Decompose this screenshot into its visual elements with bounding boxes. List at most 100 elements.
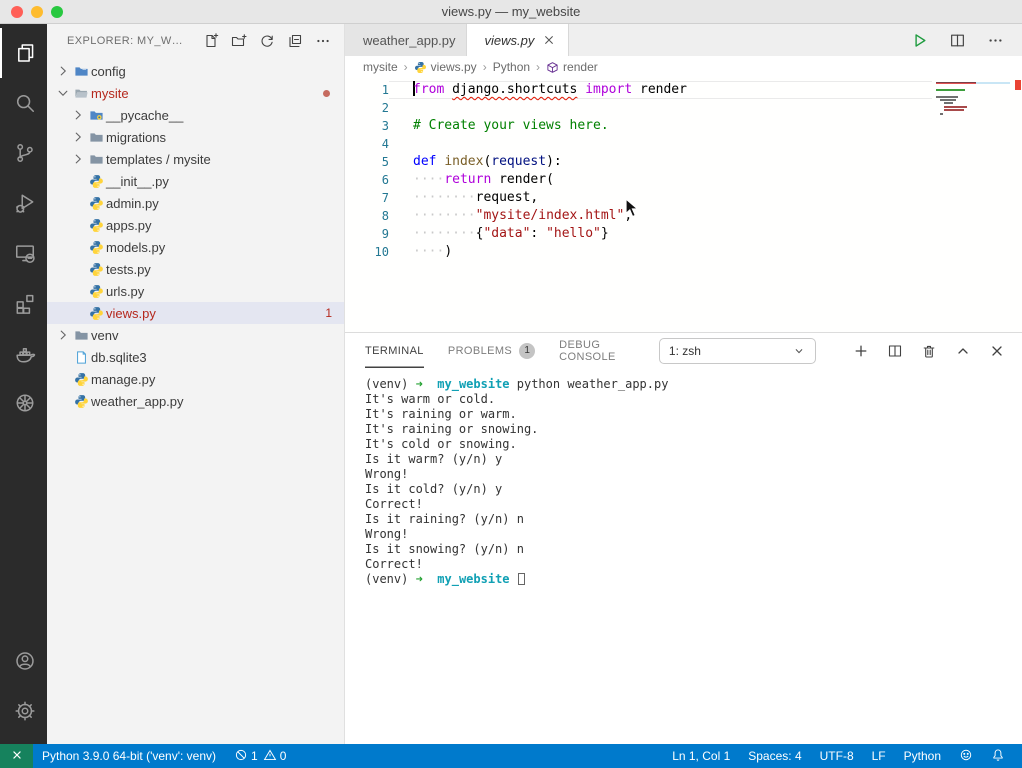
tree-item-tests-py[interactable]: tests.py [47,258,344,280]
code-line-6[interactable]: 6 ····return render( [345,171,1022,189]
tree-item-models-py[interactable]: models.py [47,236,344,258]
breadcrumb-views-py[interactable]: views.py [414,60,477,74]
docker-icon [14,342,36,364]
split-terminal-button[interactable] [884,340,906,362]
extensions-icon [14,292,36,314]
tree-item-admin-py[interactable]: admin.py [47,192,344,214]
end-of-line-status[interactable]: LF [863,744,895,768]
run-button[interactable] [908,29,930,51]
python-icon [74,394,89,409]
encoding-status[interactable]: UTF-8 [811,744,863,768]
line-number: 8 [381,209,389,223]
breadcrumb-python[interactable]: Python [493,60,530,74]
refresh-explorer-icon [259,33,275,49]
chevron-right-icon [56,64,70,78]
split-editor-button[interactable] [946,29,968,51]
python-interpreter-status[interactable]: Python 3.9.0 64-bit ('venv': venv) [33,744,225,768]
close-panel-button[interactable] [986,340,1008,362]
terminal-line: Correct! [365,497,423,511]
tree-item-venv[interactable]: venv [47,324,344,346]
close-window-button[interactable] [11,6,23,18]
tab-views-py[interactable]: views.py [466,24,570,56]
maximize-panel-button[interactable] [952,340,974,362]
new-terminal-button[interactable] [850,340,872,362]
cursor-position-status[interactable]: Ln 1, Col 1 [663,744,739,768]
tree-item-config[interactable]: config [47,60,344,82]
tree-item-weather-app-py[interactable]: weather_app.py [47,390,344,412]
problems-status[interactable]: 1 0 [225,744,295,768]
problems-count-badge: 1 [519,342,536,359]
code-line-2[interactable]: 2 [345,99,1022,117]
activity-remote-explorer[interactable] [0,228,47,278]
code-line-8[interactable]: 8 ········"mysite/index.html", [345,207,1022,225]
kill-terminal-button[interactable] [918,340,940,362]
terminal-output[interactable]: (venv) ➜ my_website python weather_app.p… [345,368,1022,744]
python-icon [89,284,104,299]
code-line-1[interactable]: 1 from django.shortcuts import render [345,81,1022,99]
tree-item-apps-py[interactable]: apps.py [47,214,344,236]
tab-weather-app-py[interactable]: weather_app.py [345,24,467,56]
minimap[interactable] [936,82,1010,116]
activity-run-and-debug[interactable] [0,178,47,228]
code-line-7[interactable]: 7 ········request, [345,189,1022,207]
new-folder-icon [231,33,247,49]
tree-item-templates-mysite[interactable]: templates / mysite [47,148,344,170]
code-line-4[interactable]: 4 [345,135,1022,153]
new-folder-button[interactable] [228,30,250,52]
vscode-window: views.py — my_website EXPLORER: MY_W… co… [0,0,1022,768]
tree-item-mysite[interactable]: mysite [47,82,344,104]
activity-explorer[interactable] [0,28,47,78]
panel-tab-terminal[interactable]: TERMINAL [365,333,424,368]
breadcrumb-mysite[interactable]: mysite [363,60,398,74]
close-icon[interactable] [540,31,558,49]
code-line-10[interactable]: 10 ····) [345,243,1022,261]
tree-item-manage-py[interactable]: manage.py [47,368,344,390]
split-terminal-icon [887,343,903,359]
terminal-line: It's warm or cold. [365,392,496,406]
terminal-shell-select[interactable]: 1: zsh [658,337,816,364]
tree-item-migrations[interactable]: migrations [47,126,344,148]
code-line-9[interactable]: 9 ········{"data": "hello"} [345,225,1022,243]
feedback-button[interactable] [950,744,982,768]
maximize-panel-icon [955,343,971,359]
more-actions-button[interactable] [312,30,334,52]
panel-tab-debug-console[interactable]: DEBUG CONSOLE [559,333,635,368]
folder-blue-icon [74,64,89,79]
activity-kubernetes[interactable] [0,378,47,428]
refresh-explorer-button[interactable] [256,30,278,52]
terminal-line: Is it snowing? (y/n) n [365,542,524,556]
chevron-down-icon [792,344,806,358]
zoom-window-button[interactable] [51,6,63,18]
tree-item-urls-py[interactable]: urls.py [47,280,344,302]
bell-icon [991,748,1005,765]
activity-accounts[interactable] [0,636,47,686]
new-file-button[interactable] [200,30,222,52]
minimize-window-button[interactable] [31,6,43,18]
folder-gray-icon [89,130,104,145]
collapse-folders-button[interactable] [284,30,306,52]
remote-icon [10,748,24,765]
tree-item-pycache[interactable]: __pycache__ [47,104,344,126]
code-line-5[interactable]: 5 def index(request): [345,153,1022,171]
tree-item-init-py[interactable]: __init__.py [47,170,344,192]
activity-source-control[interactable] [0,128,47,178]
breadcrumb-render[interactable]: render [546,60,598,74]
panel-tab-problems[interactable]: PROBLEMS 1 [448,333,536,368]
tree-item-db-sqlite3[interactable]: db.sqlite3 [47,346,344,368]
activity-docker[interactable] [0,328,47,378]
remote-indicator[interactable] [0,744,33,768]
kill-terminal-icon [921,343,937,359]
error-icon [234,748,248,765]
tree-item-views-py[interactable]: views.py 1 [47,302,344,324]
activity-search[interactable] [0,78,47,128]
activity-extensions[interactable] [0,278,47,328]
indentation-status[interactable]: Spaces: 4 [739,744,810,768]
language-mode-status[interactable]: Python [895,744,950,768]
more-actions-button[interactable] [984,29,1006,51]
activity-settings[interactable] [0,686,47,736]
code-line-3[interactable]: 3 # Create your views here. [345,117,1022,135]
line-number: 6 [381,173,389,187]
terminal-line: (venv) ➜ my_website [365,572,1022,587]
code-editor[interactable]: 1 from django.shortcuts import render 2 … [345,78,1022,332]
notifications-button[interactable] [982,744,1014,768]
